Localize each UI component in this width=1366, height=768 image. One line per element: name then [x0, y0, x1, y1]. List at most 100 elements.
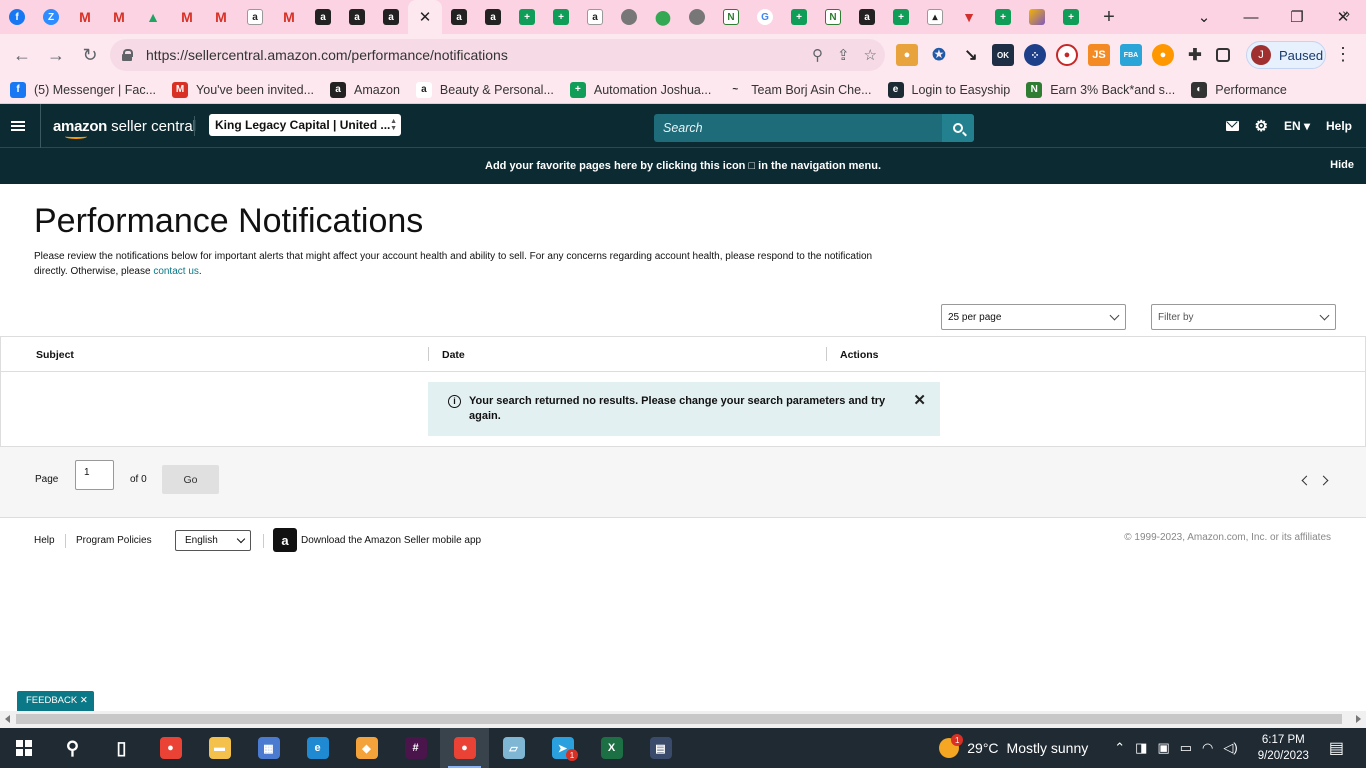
- horizontal-scrollbar[interactable]: [0, 711, 1366, 728]
- forward-arrow-icon[interactable]: →: [40, 39, 72, 71]
- side-panel-icon[interactable]: [1216, 48, 1230, 62]
- browser-tab[interactable]: [680, 0, 714, 34]
- cake-extension-icon[interactable]: ●: [896, 44, 918, 66]
- close-icon[interactable]: ✕: [913, 393, 926, 408]
- taskbar-app[interactable]: X: [587, 728, 636, 768]
- browser-tab[interactable]: ▲: [136, 0, 170, 34]
- browser-tab[interactable]: [612, 0, 646, 34]
- browser-tab[interactable]: G: [748, 0, 782, 34]
- store-selector[interactable]: King Legacy Capital | United ... ▲ ▼: [209, 114, 401, 136]
- mail-icon[interactable]: [1225, 121, 1239, 131]
- column-subject[interactable]: Subject: [36, 349, 74, 361]
- taskbar-app[interactable]: ⚲: [48, 728, 97, 768]
- seller-central-logo[interactable]: amazon seller central: [40, 104, 196, 148]
- browser-tab[interactable]: N: [816, 0, 850, 34]
- close-icon[interactable]: ✕: [419, 8, 432, 26]
- url-text[interactable]: https://sellercentral.amazon.com/perform…: [146, 47, 508, 63]
- browser-tab[interactable]: M: [204, 0, 238, 34]
- browser-tab[interactable]: ▴: [918, 0, 952, 34]
- grid-extension-icon[interactable]: ⁘: [1024, 44, 1046, 66]
- gear-icon[interactable]: ⚙: [1255, 117, 1268, 135]
- bookmark-item[interactable]: a Beauty & Personal...: [415, 81, 554, 98]
- browser-tab[interactable]: a: [578, 0, 612, 34]
- volume-icon[interactable]: ◁): [1223, 740, 1237, 756]
- browser-tab[interactable]: a: [374, 0, 408, 34]
- bookmark-item[interactable]: ◐ Performance: [1191, 81, 1287, 98]
- restore-button[interactable]: ❐: [1274, 0, 1320, 34]
- compass-extension-icon[interactable]: ✪: [928, 44, 950, 66]
- footer-help-link[interactable]: Help: [34, 535, 55, 546]
- browser-tab[interactable]: M: [170, 0, 204, 34]
- browser-tab[interactable]: a: [238, 0, 272, 34]
- taskbar-app[interactable]: ●: [146, 728, 195, 768]
- display-icon[interactable]: ▣: [1157, 740, 1169, 756]
- more-bookmarks-icon[interactable]: »: [1342, 5, 1350, 21]
- notifications-icon[interactable]: ▤: [1329, 738, 1344, 758]
- back-arrow-icon[interactable]: ←: [6, 39, 38, 71]
- new-tab-button[interactable]: +: [1092, 6, 1126, 29]
- browser-tab[interactable]: M: [102, 0, 136, 34]
- filter-select[interactable]: Filter by: [1151, 304, 1336, 330]
- orange-extension-icon[interactable]: ●: [1152, 44, 1174, 66]
- star-icon[interactable]: ☆: [864, 46, 877, 64]
- taskbar-app[interactable]: ▯: [97, 728, 146, 768]
- bookmark-item[interactable]: M You've been invited...: [172, 81, 314, 98]
- bookmark-item[interactable]: f (5) Messenger | Fac...: [10, 81, 156, 98]
- go-button[interactable]: Go: [162, 465, 219, 494]
- taskbar-app[interactable]: ◆: [342, 728, 391, 768]
- taskbar-app[interactable]: #: [391, 728, 440, 768]
- profile-button[interactable]: J Paused: [1246, 41, 1326, 69]
- browser-tab[interactable]: M: [68, 0, 102, 34]
- puzzle-extensions-icon[interactable]: ✚: [1184, 44, 1206, 66]
- browser-tab[interactable]: +: [1054, 0, 1088, 34]
- column-actions[interactable]: Actions: [840, 349, 879, 361]
- search-input[interactable]: [654, 121, 940, 135]
- per-page-select[interactable]: 25 per page: [941, 304, 1126, 330]
- bookmark-item[interactable]: e Login to Easyship: [887, 81, 1010, 98]
- taskbar-app[interactable]: ▦: [244, 728, 293, 768]
- browser-menu-icon[interactable]: ⋮: [1334, 44, 1352, 65]
- chevron-left-icon[interactable]: [1301, 475, 1312, 486]
- browser-tab[interactable]: +: [986, 0, 1020, 34]
- hide-banner-link[interactable]: Hide: [1330, 159, 1354, 171]
- bookmark-item[interactable]: a Amazon: [330, 81, 400, 98]
- browser-tab[interactable]: a: [442, 0, 476, 34]
- js-extension-icon[interactable]: JS: [1088, 44, 1110, 66]
- language-menu[interactable]: EN ▾: [1284, 119, 1310, 133]
- start-button[interactable]: [0, 728, 48, 768]
- lock-icon[interactable]: [122, 49, 133, 61]
- taskbar-app[interactable]: e: [293, 728, 342, 768]
- hamburger-menu-icon[interactable]: [11, 120, 25, 131]
- taskbar-app[interactable]: ➤ 1: [538, 728, 587, 768]
- browser-tab[interactable]: f: [0, 0, 34, 34]
- download-app-link[interactable]: Download the Amazon Seller mobile app: [301, 535, 481, 546]
- chevron-right-icon[interactable]: [1318, 475, 1329, 486]
- bookmark-item[interactable]: + Automation Joshua...: [569, 81, 711, 98]
- browser-tab[interactable]: [1020, 0, 1054, 34]
- browser-tab[interactable]: +: [884, 0, 918, 34]
- amazon-seller-app-icon[interactable]: a: [273, 528, 297, 552]
- bookmark-item[interactable]: N Earn 3% Back*and s...: [1026, 81, 1175, 98]
- battery-icon[interactable]: ▭: [1180, 740, 1192, 756]
- address-bar[interactable]: https://sellercentral.amazon.com/perform…: [110, 39, 885, 71]
- wifi-icon[interactable]: ◠: [1202, 740, 1213, 756]
- browser-tab[interactable]: +: [510, 0, 544, 34]
- tab-search-button[interactable]: ⌄: [1181, 0, 1227, 34]
- scroll-right-icon[interactable]: [1356, 715, 1361, 723]
- search-button[interactable]: [942, 114, 974, 142]
- taskbar-app[interactable]: ●: [440, 728, 489, 768]
- scroll-left-icon[interactable]: [5, 715, 10, 723]
- browser-tab[interactable]: a: [850, 0, 884, 34]
- browser-tab[interactable]: ⬤: [646, 0, 680, 34]
- footer-language-select[interactable]: English: [175, 530, 251, 551]
- browser-tab[interactable]: Z: [34, 0, 68, 34]
- meet-now-icon[interactable]: ◨: [1135, 740, 1147, 756]
- reload-icon[interactable]: ↻: [74, 39, 106, 71]
- taskbar-app[interactable]: ▱: [489, 728, 538, 768]
- fba-extension-icon[interactable]: FBA: [1120, 44, 1142, 66]
- column-date[interactable]: Date: [442, 349, 465, 361]
- browser-tab[interactable]: N: [714, 0, 748, 34]
- minimize-button[interactable]: —: [1228, 0, 1274, 34]
- zoom-icon[interactable]: ⚲: [812, 46, 823, 64]
- browser-tab[interactable]: M: [272, 0, 306, 34]
